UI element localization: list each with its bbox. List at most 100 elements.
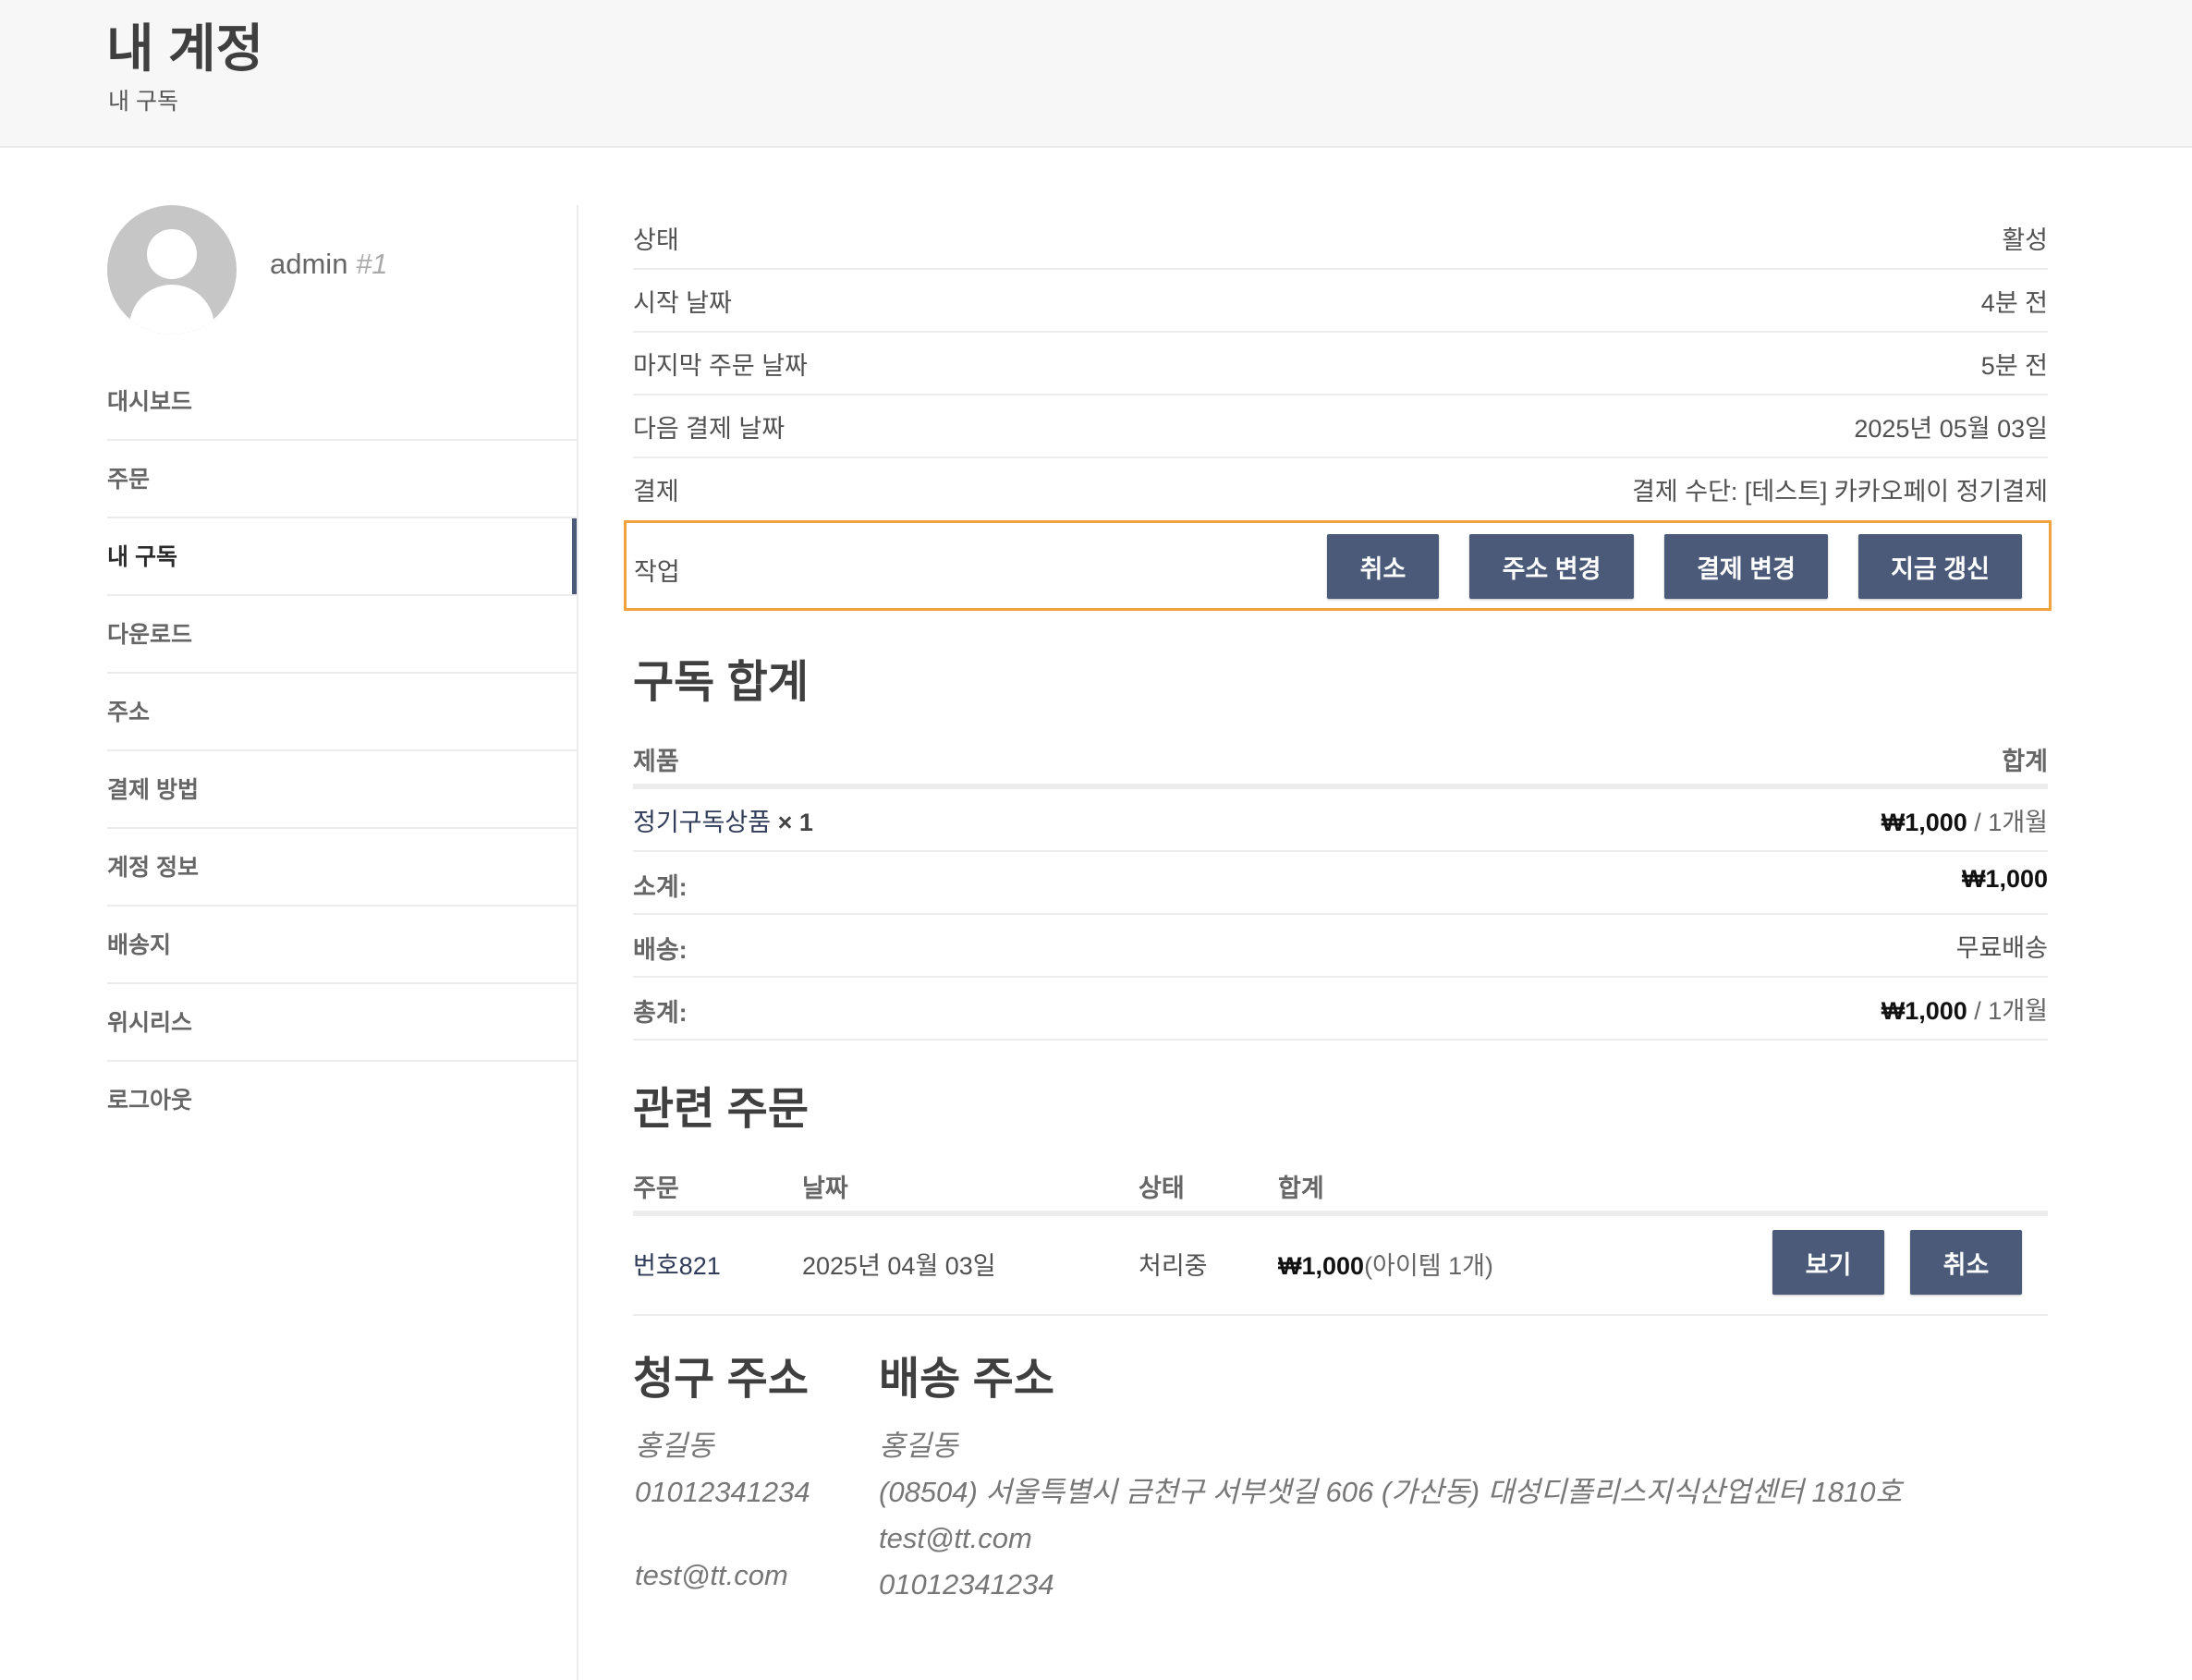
user-info: admin #1	[270, 248, 388, 281]
page-header: 내 계정 내 구독	[0, 0, 2192, 148]
grand-total-label: 총계:	[633, 999, 688, 1027]
sidebar-item-subscriptions[interactable]: 내 구독	[107, 518, 577, 596]
totals-table: 제품 합계 정기구독상품 × 1 ₩1,000 / 1개월 소계: ₩1,000…	[633, 734, 2048, 1041]
subtotal-value: ₩1,000	[1961, 865, 2048, 893]
account-navigation: 대시보드 주문 내 구독 다운로드 주소 결제 방법 계정 정보 배송지 위시리…	[107, 363, 577, 1138]
detail-label: 시작 날짜	[633, 289, 732, 317]
detail-value: 2025년 05월 03일	[1854, 415, 2048, 443]
shipping-label: 배송:	[633, 936, 688, 964]
totals-heading: 구독 합계	[633, 658, 809, 707]
detail-row-start-date: 시작 날짜 4분 전	[633, 270, 2048, 333]
product-total: ₩1,000 / 1개월	[1881, 802, 2048, 838]
change-address-button[interactable]: 주소 변경	[1469, 534, 1634, 599]
avatar-body-shape	[129, 285, 214, 335]
related-orders-heading: 관련 주문	[633, 1085, 809, 1134]
detail-label: 상태	[633, 226, 679, 254]
detail-value: 결제 수단: [테스트] 카카오페이 정기결제	[1632, 478, 2048, 505]
totals-header-row: 제품 합계	[633, 734, 2048, 789]
sidebar-item-account-details[interactable]: 계정 정보	[107, 829, 577, 907]
detail-label: 다음 결제 날짜	[633, 415, 785, 443]
order-status: 처리중	[1139, 1252, 1208, 1280]
order-number-link[interactable]: 번호821	[633, 1246, 721, 1282]
order-row: 번호821 2025년 04월 03일 처리중 ₩1,000(아이템 1개) 보…	[633, 1216, 2048, 1316]
billing-address: 홍길동 01012341234 test@tt.com	[635, 1423, 810, 1599]
sidebar-item-label: 위시리스	[107, 1010, 193, 1036]
detail-row-status: 상태 활성	[633, 207, 2048, 270]
grand-total-value: ₩1,000 / 1개월	[1881, 991, 2048, 1027]
order-total-price: ₩1,000	[1278, 1252, 1365, 1280]
product-cell: 정기구독상품 × 1	[633, 802, 813, 838]
breadcrumb: 내 구독	[108, 89, 178, 115]
avatar	[107, 205, 237, 335]
view-order-button[interactable]: 보기	[1772, 1230, 1884, 1295]
sidebar-item-label: 내 구독	[107, 544, 177, 570]
sidebar-item-logout[interactable]: 로그아웃	[107, 1062, 577, 1138]
grand-total-price: ₩1,000	[1881, 997, 1967, 1025]
product-price: ₩1,000	[1881, 809, 1967, 836]
sidebar-item-label: 로그아웃	[107, 1088, 193, 1114]
sidebar-item-payment-methods[interactable]: 결제 방법	[107, 751, 577, 829]
sidebar-item-addresses[interactable]: 주소	[107, 674, 577, 751]
detail-row-payment: 결제 결제 수단: [테스트] 카카오페이 정기결제	[633, 458, 2048, 519]
sidebar-item-downloads[interactable]: 다운로드	[107, 596, 577, 674]
subscription-details: 상태 활성 시작 날짜 4분 전 마지막 주문 날짜 5분 전 다음 결제 날짜…	[633, 207, 2048, 519]
sidebar-item-label: 대시보드	[107, 389, 193, 415]
page-title: 내 계정	[106, 19, 264, 78]
sidebar-item-label: 계정 정보	[107, 855, 199, 881]
subtotal-label: 소계:	[633, 873, 688, 901]
subtotal-row: 소계: ₩1,000	[633, 852, 2048, 915]
sidebar-item-orders[interactable]: 주문	[107, 441, 577, 518]
column-header-date: 날짜	[802, 1175, 848, 1202]
column-header-status: 상태	[1139, 1175, 1185, 1202]
detail-label: 결제	[633, 478, 679, 505]
sidebar-item-wishlist[interactable]: 위시리스	[107, 984, 577, 1062]
billing-phone: 01012341234	[635, 1476, 810, 1508]
sidebar-item-label: 결제 방법	[107, 777, 199, 803]
sidebar-item-label: 주문	[107, 467, 151, 493]
change-payment-button[interactable]: 결제 변경	[1664, 534, 1828, 599]
actions-row: 작업 취소 주소 변경 결제 변경 지금 갱신	[624, 520, 2052, 611]
cancel-subscription-button[interactable]: 취소	[1327, 534, 1439, 599]
shipping-address: 홍길동 (08504) 서울특별시 금천구 서부샛길 606 (가산동) 대성디…	[879, 1423, 1902, 1608]
shipping-row: 배송: 무료배송	[633, 915, 2048, 978]
cancel-order-button[interactable]: 취소	[1910, 1230, 2022, 1295]
detail-row-next-payment-date: 다음 결제 날짜 2025년 05월 03일	[633, 396, 2048, 458]
shipping-name: 홍길동	[879, 1430, 958, 1462]
shipping-address-line: (08504) 서울특별시 금천구 서부샛길 606 (가산동) 대성디폴리스지…	[879, 1476, 1903, 1508]
sidebar-item-label: 배송지	[107, 932, 172, 958]
product-quantity: × 1	[777, 809, 813, 836]
detail-value: 4분 전	[1980, 289, 2048, 317]
shipping-email: test@tt.com	[879, 1522, 1032, 1554]
grand-total-period: / 1개월	[1974, 997, 2048, 1025]
avatar-head-shape	[147, 229, 197, 279]
detail-value: 5분 전	[1980, 352, 2048, 380]
detail-value: 활성	[2002, 226, 2048, 254]
product-row: 정기구독상품 × 1 ₩1,000 / 1개월	[633, 789, 2048, 852]
actions-label: 작업	[634, 558, 680, 586]
product-period: / 1개월	[1974, 809, 2048, 836]
order-item-count: (아이템 1개)	[1364, 1252, 1493, 1280]
shipping-address-heading: 배송 주소	[879, 1355, 1054, 1404]
grand-total-row: 총계: ₩1,000 / 1개월	[633, 978, 2048, 1041]
column-header-order: 주문	[633, 1175, 679, 1202]
user-id: #1	[356, 248, 388, 280]
billing-email: test@tt.com	[635, 1559, 788, 1591]
order-date: 2025년 04월 03일	[802, 1252, 996, 1280]
shipping-phone: 01012341234	[879, 1568, 1054, 1601]
orders-header-row: 주문 날짜 상태 합계	[633, 1161, 2048, 1216]
renew-now-button[interactable]: 지금 갱신	[1858, 534, 2022, 599]
billing-name: 홍길동	[635, 1430, 714, 1462]
sidebar-item-label: 다운로드	[107, 622, 193, 648]
user-name: admin	[270, 248, 348, 280]
sidebar-divider	[577, 205, 578, 1680]
sidebar-item-label: 주소	[107, 700, 151, 725]
billing-address-heading: 청구 주소	[633, 1355, 809, 1404]
related-orders-table: 주문 날짜 상태 합계 번호821 2025년 04월 03일 처리중 ₩1,0…	[633, 1161, 2048, 1316]
shipping-value: 무료배송	[1955, 934, 2048, 962]
product-link[interactable]: 정기구독상품	[633, 809, 771, 836]
sidebar-item-dashboard[interactable]: 대시보드	[107, 363, 577, 441]
order-total: ₩1,000(아이템 1개)	[1278, 1246, 1493, 1282]
sidebar-item-shipping-address[interactable]: 배송지	[107, 907, 577, 984]
column-header-total: 합계	[2002, 748, 2048, 775]
detail-row-last-order-date: 마지막 주문 날짜 5분 전	[633, 333, 2048, 396]
